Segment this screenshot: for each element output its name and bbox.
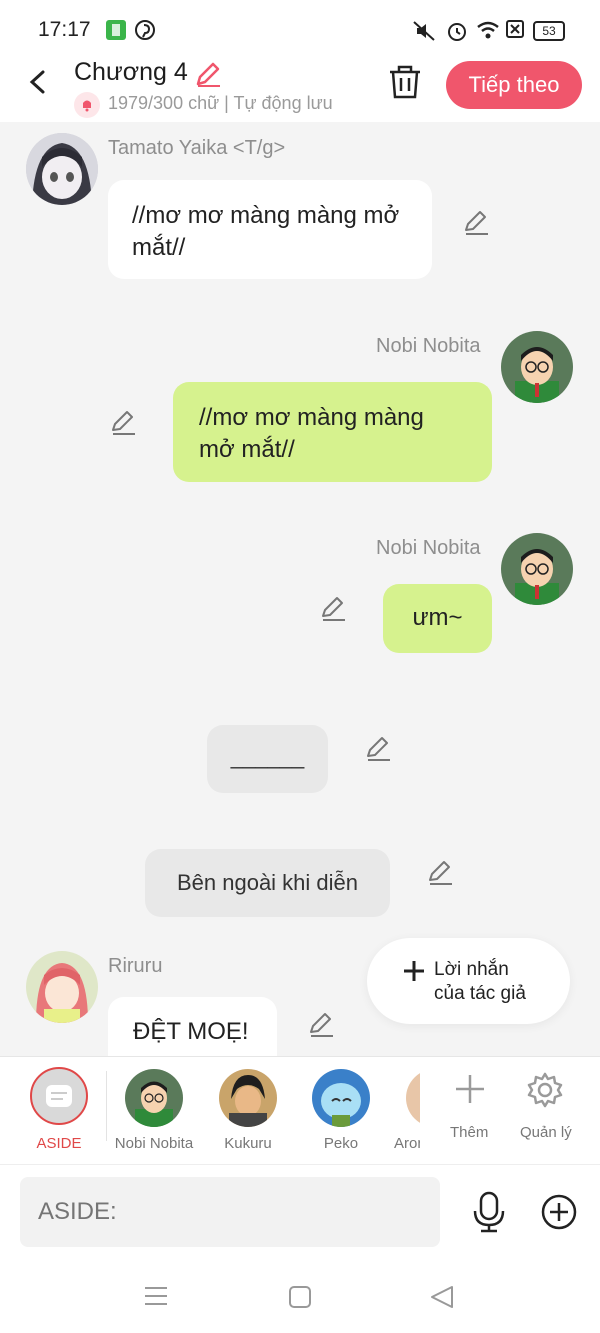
aside-selector[interactable]	[30, 1067, 88, 1125]
header: Chương 4 1979/300 chữ | Tự động lưu Tiếp…	[0, 58, 600, 122]
sender-name: Nobi Nobita	[376, 537, 481, 559]
avatar[interactable]	[26, 951, 98, 1023]
word-count-autosave: 1979/300 chữ | Tự động lưu	[108, 93, 333, 113]
edit-message-icon[interactable]	[319, 594, 347, 622]
character-kukuru[interactable]	[219, 1069, 277, 1127]
sim-app-icon	[106, 20, 126, 45]
sender-name: Nobi Nobita	[376, 335, 481, 357]
mute-icon	[412, 20, 438, 47]
character-label-aron: Aron	[394, 1135, 420, 1152]
system-nav-bar	[0, 1260, 600, 1333]
character-label-aside: ASIDE	[36, 1135, 82, 1152]
message-input[interactable]	[20, 1177, 440, 1247]
avatar[interactable]	[26, 133, 98, 205]
character-label-nobita: Nobi Nobita	[114, 1135, 194, 1152]
author-note-button[interactable]: Lời nhắn của tác giả	[367, 938, 570, 1024]
aside-bubble[interactable]: ______	[207, 725, 328, 793]
alarm-icon	[446, 20, 468, 47]
chapter-title: Chương 4	[74, 58, 188, 86]
divider	[106, 1071, 107, 1141]
wifi-icon	[476, 20, 500, 45]
status-time: 17:17	[38, 18, 91, 41]
edit-title-icon[interactable]	[194, 60, 222, 93]
character-label-kukuru: Kukuru	[224, 1135, 272, 1152]
edit-message-icon[interactable]	[109, 408, 137, 436]
sender-name: Riruru	[108, 955, 163, 977]
trash-icon[interactable]	[388, 64, 422, 100]
battery-icon: 53	[533, 21, 565, 41]
back-nav-icon[interactable]	[430, 1285, 454, 1314]
next-button[interactable]: Tiếp theo	[446, 61, 582, 109]
aside-bubble[interactable]: Bên ngoài khi diễn	[145, 849, 390, 917]
microphone-icon[interactable]	[472, 1191, 506, 1238]
manage-label[interactable]: Quản lý	[520, 1124, 572, 1141]
avatar[interactable]	[501, 331, 573, 403]
character-aron-partial[interactable]: Aron	[394, 1069, 420, 1159]
add-character-icon[interactable]	[454, 1073, 486, 1110]
sim-off-icon	[506, 20, 524, 43]
edit-message-icon[interactable]	[426, 858, 454, 886]
message-bubble[interactable]: //mơ mơ màng màng mở mắt//	[108, 180, 432, 279]
character-label-peko: Peko	[323, 1135, 359, 1152]
pinterest-icon	[135, 20, 155, 45]
author-note-label-2: của tác giả	[434, 983, 526, 1004]
author-note-label-1: Lời nhắn	[434, 959, 509, 980]
menu-icon[interactable]	[145, 1286, 167, 1311]
message-bubble[interactable]: //mơ mơ màng màng mở mắt//	[173, 382, 492, 482]
add-circle-icon[interactable]	[540, 1193, 578, 1236]
home-icon[interactable]	[289, 1286, 311, 1313]
edit-message-icon[interactable]	[364, 734, 392, 762]
input-bar	[0, 1164, 600, 1261]
character-bar: ASIDE Nobi Nobita Kukuru Peko Aron Thêm …	[0, 1056, 600, 1165]
plus-icon	[403, 960, 425, 987]
back-icon[interactable]	[26, 70, 50, 94]
message-bubble[interactable]: ĐỆT MOẸ!	[108, 997, 277, 1056]
gear-icon[interactable]	[527, 1072, 563, 1113]
avatar[interactable]	[501, 533, 573, 605]
character-nobita[interactable]	[125, 1069, 183, 1127]
bell-icon	[74, 92, 100, 118]
message-bubble[interactable]: ưm~	[383, 584, 492, 653]
status-bar: 17:17 53	[0, 0, 600, 58]
edit-message-icon[interactable]	[462, 208, 490, 236]
character-peko[interactable]	[312, 1069, 370, 1127]
add-character-label[interactable]: Thêm	[450, 1124, 488, 1141]
sender-name: Tamato Yaika <T/g>	[108, 137, 286, 159]
edit-message-icon[interactable]	[307, 1010, 335, 1038]
